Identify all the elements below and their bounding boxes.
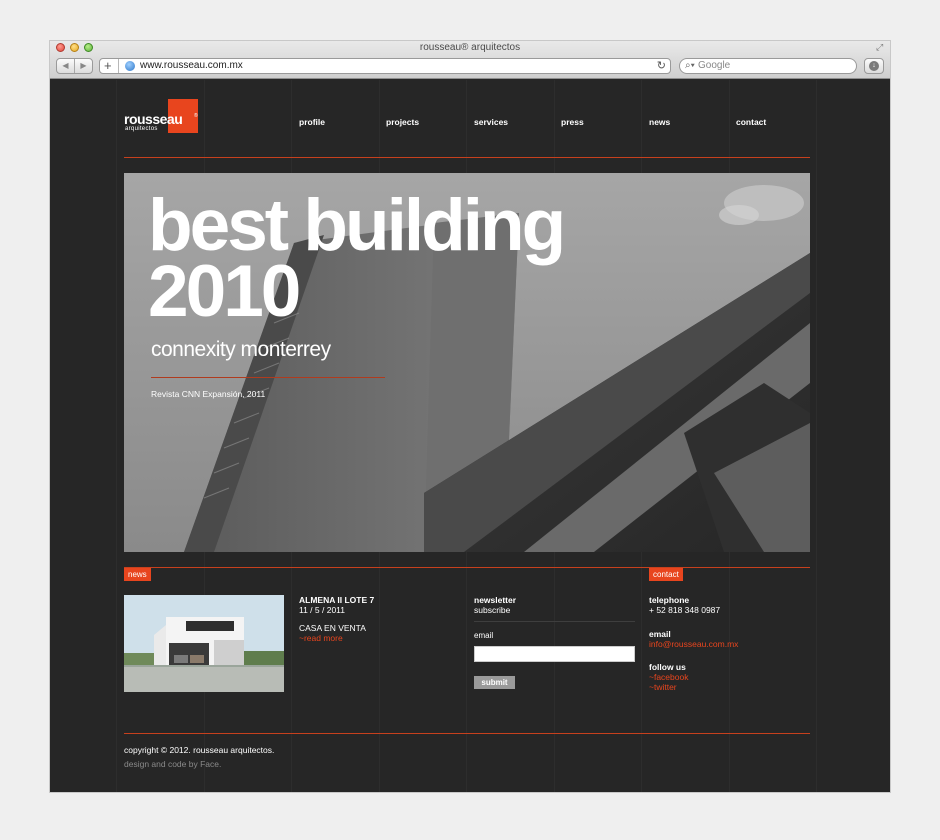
- telephone-label: telephone: [649, 595, 690, 605]
- facebook-link[interactable]: ~facebook: [649, 672, 688, 682]
- nav-services[interactable]: services: [474, 117, 508, 127]
- browser-toolbar: rousseau® arquitectos ⤢ ◀ ▶ + www.rousse…: [50, 41, 890, 79]
- hero-title-line1: best building: [148, 185, 566, 266]
- twitter-link[interactable]: ~twitter: [649, 682, 677, 692]
- telephone-value: + 52 818 348 0987: [649, 605, 721, 615]
- email-label: email: [474, 631, 494, 640]
- contact-tag: contact: [649, 568, 683, 581]
- newsletter-divider: [474, 621, 635, 622]
- header-divider: [124, 157, 810, 158]
- downloads-button[interactable]: ↓: [864, 58, 884, 74]
- copyright-text: copyright © 2012. rousseau arquitectos.: [124, 745, 275, 755]
- download-icon: ↓: [869, 61, 879, 71]
- browser-window: rousseau® arquitectos ⤢ ◀ ▶ + www.rousse…: [50, 41, 890, 792]
- search-field[interactable]: ⌕▾ Google: [679, 58, 857, 74]
- globe-icon: [125, 61, 135, 71]
- reload-icon[interactable]: ↻: [657, 59, 666, 73]
- grid-line: [816, 80, 817, 792]
- url-text[interactable]: www.rousseau.com.mx: [140, 59, 243, 73]
- history-buttons: ◀ ▶: [56, 58, 93, 74]
- contact-email-label: email: [649, 629, 671, 639]
- read-more-link[interactable]: ~read more: [299, 633, 343, 643]
- divider: [118, 59, 119, 73]
- nav-profile[interactable]: profile: [299, 117, 325, 127]
- news-date: 11 / 5 / 2011: [299, 605, 345, 615]
- news-title[interactable]: ALMENA II LOTE 7: [299, 595, 374, 605]
- submit-button[interactable]: submit: [474, 676, 515, 689]
- hero-banner[interactable]: best building 2010 connexity monterrey R…: [124, 173, 810, 552]
- hero-divider: [151, 377, 385, 378]
- logo[interactable]: rousseau ® arquitectos: [124, 99, 198, 133]
- window-title: rousseau® arquitectos: [419, 42, 521, 53]
- newsletter-subtitle: subscribe: [474, 605, 511, 615]
- nav-news[interactable]: news: [649, 117, 670, 127]
- address-bar[interactable]: + www.rousseau.com.mx ↻: [99, 58, 671, 74]
- house-render-image: [124, 595, 284, 692]
- logo-registered-mark: ®: [194, 113, 198, 119]
- back-button[interactable]: ◀: [57, 59, 75, 73]
- news-thumbnail[interactable]: [124, 595, 284, 692]
- forward-button[interactable]: ▶: [75, 59, 92, 73]
- newsletter-email-input[interactable]: [474, 646, 635, 662]
- hero-source: Revista CNN Expansión, 2011: [151, 389, 266, 399]
- newsletter-title: newsletter: [474, 595, 517, 605]
- news-tag: news: [124, 568, 151, 581]
- section-divider: [124, 567, 810, 568]
- news-headline: CASA EN VENTA: [299, 623, 366, 633]
- hero-title: best building 2010: [148, 185, 566, 332]
- footer-divider: [124, 733, 810, 734]
- credit-text[interactable]: design and code by Face.: [124, 759, 221, 769]
- follow-us-label: follow us: [649, 662, 686, 672]
- hero-subtitle: connexity monterrey: [151, 338, 331, 361]
- nav-projects[interactable]: projects: [386, 117, 419, 127]
- search-placeholder[interactable]: Google: [698, 59, 730, 73]
- hero-title-line2: 2010: [148, 251, 301, 332]
- nav-press[interactable]: press: [561, 117, 584, 127]
- web-page: rousseau ® arquitectos profile projects …: [50, 80, 890, 792]
- logo-subtitle: arquitectos: [125, 126, 158, 132]
- fullscreen-icon[interactable]: ⤢: [876, 42, 886, 52]
- nav-contact[interactable]: contact: [736, 117, 766, 127]
- search-icon: ⌕▾: [685, 60, 695, 71]
- add-bookmark-icon[interactable]: +: [104, 59, 112, 73]
- logo-word: rousseau: [124, 111, 183, 127]
- contact-email-link[interactable]: info@rousseau.com.mx: [649, 639, 738, 649]
- grid-line: [116, 80, 117, 792]
